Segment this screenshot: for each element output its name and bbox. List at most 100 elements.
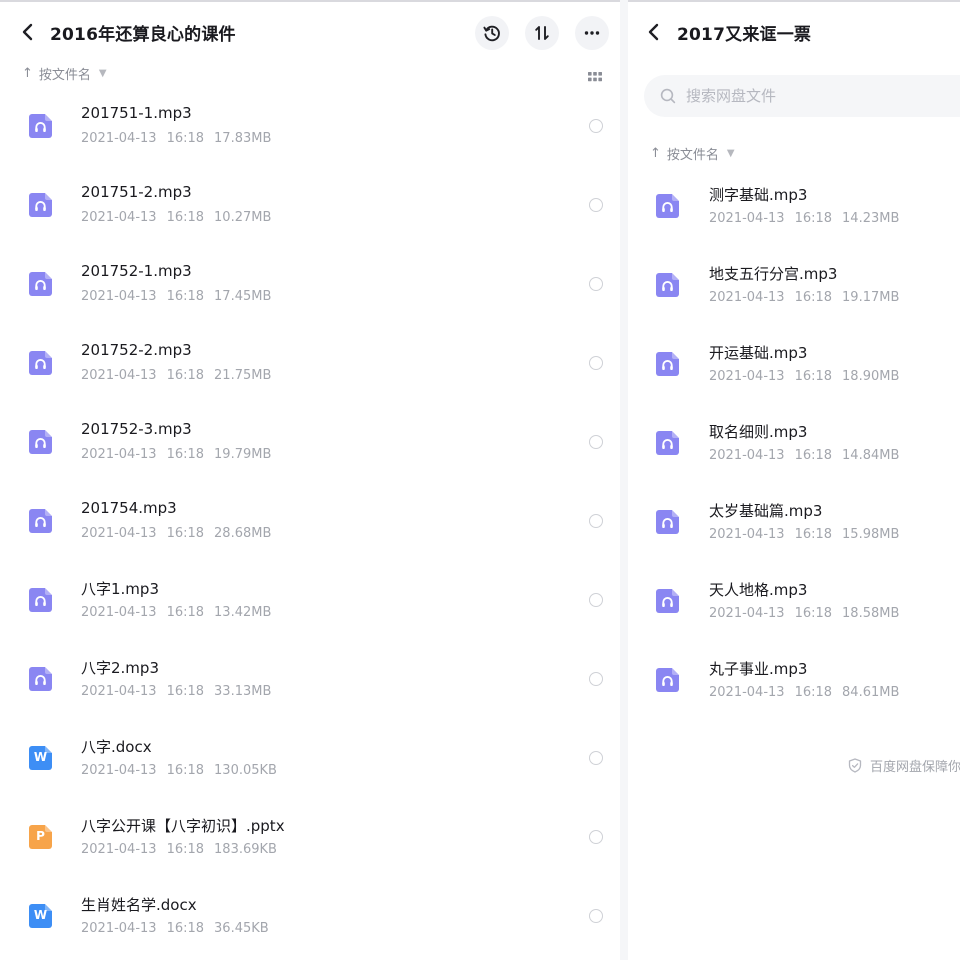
sort-label: 按文件名 xyxy=(38,67,91,83)
audio-file-icon xyxy=(29,193,52,217)
sort-by-name-dropdown[interactable]: ↑ 按文件名 ▼ xyxy=(650,143,735,163)
file-row[interactable]: 天人地格.mp3 2021-04-13 16:18 18.58MB xyxy=(628,563,960,642)
file-row[interactable]: 201752-1.mp3 2021-04-13 16:18 17.45MB xyxy=(0,246,620,325)
audio-file-icon xyxy=(656,273,679,297)
select-checkbox[interactable] xyxy=(589,909,603,923)
file-row[interactable]: 201751-2.mp3 2021-04-13 16:18 10.27MB xyxy=(0,167,620,246)
audio-file-icon xyxy=(29,272,52,296)
file-time: 16:18 xyxy=(166,763,205,778)
search-bar[interactable] xyxy=(644,75,960,117)
file-date: 2021-04-13 xyxy=(81,210,157,225)
file-date: 2021-04-13 xyxy=(81,447,157,462)
file-meta: 2021-04-13 16:18 21.75MB xyxy=(81,368,271,383)
grid-view-button[interactable] xyxy=(588,67,602,82)
history-button[interactable] xyxy=(475,16,509,50)
file-size: 10.27MB xyxy=(214,210,272,225)
select-checkbox[interactable] xyxy=(589,514,603,528)
file-row[interactable]: W 八字.docx 2021-04-13 16:18 130.05KB xyxy=(0,720,620,799)
file-row[interactable]: 地支五行分宫.mp3 2021-04-13 16:18 19.17MB xyxy=(628,247,960,326)
file-meta: 2021-04-13 16:18 28.68MB xyxy=(81,526,271,541)
file-time: 16:18 xyxy=(166,605,205,620)
folder-title: 2017又来诓一票 xyxy=(677,25,812,45)
select-checkbox[interactable] xyxy=(589,277,603,291)
file-meta: 2021-04-13 16:18 18.90MB xyxy=(709,369,899,384)
file-size: 18.90MB xyxy=(842,369,900,384)
file-row[interactable]: 测字基础.mp3 2021-04-13 16:18 14.23MB xyxy=(628,168,960,247)
file-row[interactable]: 201754.mp3 2021-04-13 16:18 28.68MB xyxy=(0,483,620,562)
file-size: 36.45KB xyxy=(214,921,269,936)
file-row[interactable]: 太岁基础篇.mp3 2021-04-13 16:18 15.98MB xyxy=(628,484,960,563)
audio-file-icon xyxy=(29,351,52,375)
audio-file-icon xyxy=(29,588,52,612)
file-meta: 2021-04-13 16:18 183.69KB xyxy=(81,842,277,857)
file-time: 16:18 xyxy=(166,842,205,857)
back-button[interactable] xyxy=(642,20,666,44)
file-time: 16:18 xyxy=(794,211,833,226)
file-row[interactable]: 201752-3.mp3 2021-04-13 16:18 19.79MB xyxy=(0,404,620,483)
file-row[interactable]: 201752-2.mp3 2021-04-13 16:18 21.75MB xyxy=(0,325,620,404)
file-time: 16:18 xyxy=(794,290,833,305)
file-type-letter: P xyxy=(36,829,45,843)
select-checkbox[interactable] xyxy=(589,198,603,212)
file-meta: 2021-04-13 16:18 15.98MB xyxy=(709,527,899,542)
ppt-file-icon: P xyxy=(29,825,52,849)
audio-file-icon xyxy=(656,510,679,534)
file-time: 16:18 xyxy=(166,368,205,383)
left-header: 2016年还算良心的课件 xyxy=(0,12,620,54)
file-meta: 2021-04-13 16:18 130.05KB xyxy=(81,763,277,778)
file-date: 2021-04-13 xyxy=(81,842,157,857)
file-time: 16:18 xyxy=(166,447,205,462)
file-meta: 2021-04-13 16:18 36.45KB xyxy=(81,921,269,936)
file-name: 201752-3.mp3 xyxy=(81,420,192,438)
grid-icon xyxy=(588,72,602,82)
file-time: 16:18 xyxy=(794,448,833,463)
file-row[interactable]: 开运基础.mp3 2021-04-13 16:18 18.90MB xyxy=(628,326,960,405)
file-time: 16:18 xyxy=(166,210,205,225)
file-row[interactable]: 201751-1.mp3 2021-04-13 16:18 17.83MB xyxy=(0,88,620,167)
file-name: 八字.docx xyxy=(81,738,152,756)
file-date: 2021-04-13 xyxy=(709,448,785,463)
file-row[interactable]: P 八字公开课【八字初识】.pptx 2021-04-13 16:18 183.69KB xyxy=(0,799,620,878)
select-checkbox[interactable] xyxy=(589,435,603,449)
audio-file-icon xyxy=(29,430,52,454)
file-date: 2021-04-13 xyxy=(81,289,157,304)
file-size: 21.75MB xyxy=(214,368,272,383)
sort-button[interactable] xyxy=(525,16,559,50)
back-button[interactable] xyxy=(16,20,40,44)
more-button[interactable] xyxy=(575,16,609,50)
more-icon xyxy=(584,31,600,35)
file-name: 201751-2.mp3 xyxy=(81,183,192,201)
audio-file-icon xyxy=(656,431,679,455)
chevron-left-icon xyxy=(22,23,33,41)
select-checkbox[interactable] xyxy=(589,751,603,765)
file-row[interactable]: 八字2.mp3 2021-04-13 16:18 33.13MB xyxy=(0,641,620,720)
file-time: 16:18 xyxy=(166,131,205,146)
file-time: 16:18 xyxy=(166,289,205,304)
arrow-up-icon: ↑ xyxy=(650,145,661,161)
file-row[interactable]: 丸子事业.mp3 2021-04-13 16:18 84.61MB xyxy=(628,642,960,721)
select-checkbox[interactable] xyxy=(589,830,603,844)
word-file-icon: W xyxy=(29,904,52,928)
file-row[interactable]: W 生肖姓名学.docx 2021-04-13 16:18 36.45KB xyxy=(0,878,620,957)
chevron-down-icon: ▼ xyxy=(98,67,107,79)
file-date: 2021-04-13 xyxy=(81,526,157,541)
select-checkbox[interactable] xyxy=(589,356,603,370)
file-name: 天人地格.mp3 xyxy=(709,581,808,599)
file-meta: 2021-04-13 16:18 18.58MB xyxy=(709,606,899,621)
sort-toggle-icon xyxy=(535,26,549,40)
file-row[interactable]: 取名细则.mp3 2021-04-13 16:18 14.84MB xyxy=(628,405,960,484)
file-date: 2021-04-13 xyxy=(709,606,785,621)
word-file-icon: W xyxy=(29,746,52,770)
file-size: 183.69KB xyxy=(214,842,277,857)
search-input[interactable] xyxy=(686,87,926,105)
select-checkbox[interactable] xyxy=(589,672,603,686)
right-folder-panel: 2017又来诓一票 ↑ 按文件名 ▼ 测字基础.mp3 2021-04-13 16:… xyxy=(628,0,960,960)
select-checkbox[interactable] xyxy=(589,593,603,607)
select-checkbox[interactable] xyxy=(589,119,603,133)
audio-file-icon xyxy=(656,668,679,692)
panel-divider xyxy=(620,0,628,960)
file-time: 16:18 xyxy=(166,921,205,936)
file-time: 16:18 xyxy=(166,526,205,541)
file-row[interactable]: 八字1.mp3 2021-04-13 16:18 13.42MB xyxy=(0,562,620,641)
sort-by-name-dropdown[interactable]: ↑ 按文件名 ▼ xyxy=(22,63,107,83)
